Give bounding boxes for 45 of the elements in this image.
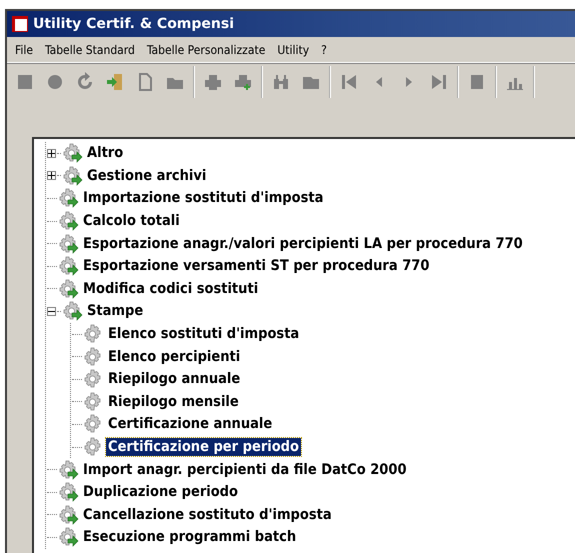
window-title: Utility Certif. & Compensi [33, 16, 234, 32]
exit-icon[interactable] [105, 72, 125, 92]
tree-item[interactable]: Modifica codici sostituti [81, 280, 260, 298]
tree-item[interactable]: Import anagr. percipienti da file DatCo 2000 [81, 460, 409, 479]
gear-arrow-icon [57, 527, 79, 548]
tree-item[interactable]: Elenco sostituti d'imposta [106, 325, 302, 344]
menu-item[interactable]: Tabelle Standard [38, 40, 141, 58]
tree-item[interactable]: Elenco percipienti [106, 348, 242, 366]
gear-arrow-icon [57, 211, 79, 232]
last-icon[interactable] [429, 72, 449, 92]
expand-icon[interactable] [47, 171, 56, 180]
gear-arrow-icon [57, 234, 79, 254]
gear-arrow-icon [57, 482, 79, 502]
tree-item[interactable]: Importazione sostituti d'imposta [81, 189, 326, 208]
tree-item[interactable]: Riepilogo mensile [106, 392, 241, 411]
tree-item[interactable]: Riepilogo annuale [106, 370, 242, 388]
window-icon [11, 15, 29, 33]
tree-item[interactable]: Cancellazione sostituto d'imposta [81, 506, 334, 524]
tree-item[interactable]: Stampe [85, 302, 146, 320]
expand-icon[interactable] [47, 148, 56, 158]
tree-item[interactable]: Certificazione annuale [106, 415, 274, 434]
collapse-icon[interactable] [47, 306, 56, 316]
refresh-icon[interactable] [75, 72, 95, 92]
tree-item[interactable]: Duplicazione periodo [81, 483, 240, 502]
first-icon[interactable] [339, 72, 359, 92]
tree-item[interactable]: Calcolo totali [81, 212, 182, 230]
gear-arrow-icon [57, 188, 79, 208]
tree-item[interactable]: Esecuzione programmi batch [81, 528, 298, 546]
gear-arrow-icon [61, 166, 83, 186]
menu-item[interactable]: Utility [271, 40, 316, 58]
tree-item[interactable]: Altro [85, 144, 126, 162]
menu-item[interactable]: File [9, 40, 39, 58]
tree-item[interactable]: Esportazione versamenti ST per procedura 770 [81, 257, 432, 276]
gear-arrow-icon [61, 301, 83, 322]
gear-arrow-icon [61, 143, 83, 164]
tree-item[interactable]: Gestione archivi [85, 166, 208, 185]
gear-arrow-icon [57, 278, 79, 299]
gear-arrow-icon [57, 504, 79, 525]
tree-item[interactable]: Certificazione per periodo [106, 438, 301, 456]
binoculars-icon[interactable] [271, 72, 291, 92]
menu-item[interactable]: Tabelle Personalizzate [140, 40, 272, 58]
tree-item[interactable]: Esportazione anagr./valori percipienti LA per procedura 770 [81, 234, 525, 253]
gear-arrow-icon [57, 256, 79, 276]
menu-item[interactable]: ? [315, 40, 333, 58]
gear-arrow-icon [57, 460, 79, 480]
